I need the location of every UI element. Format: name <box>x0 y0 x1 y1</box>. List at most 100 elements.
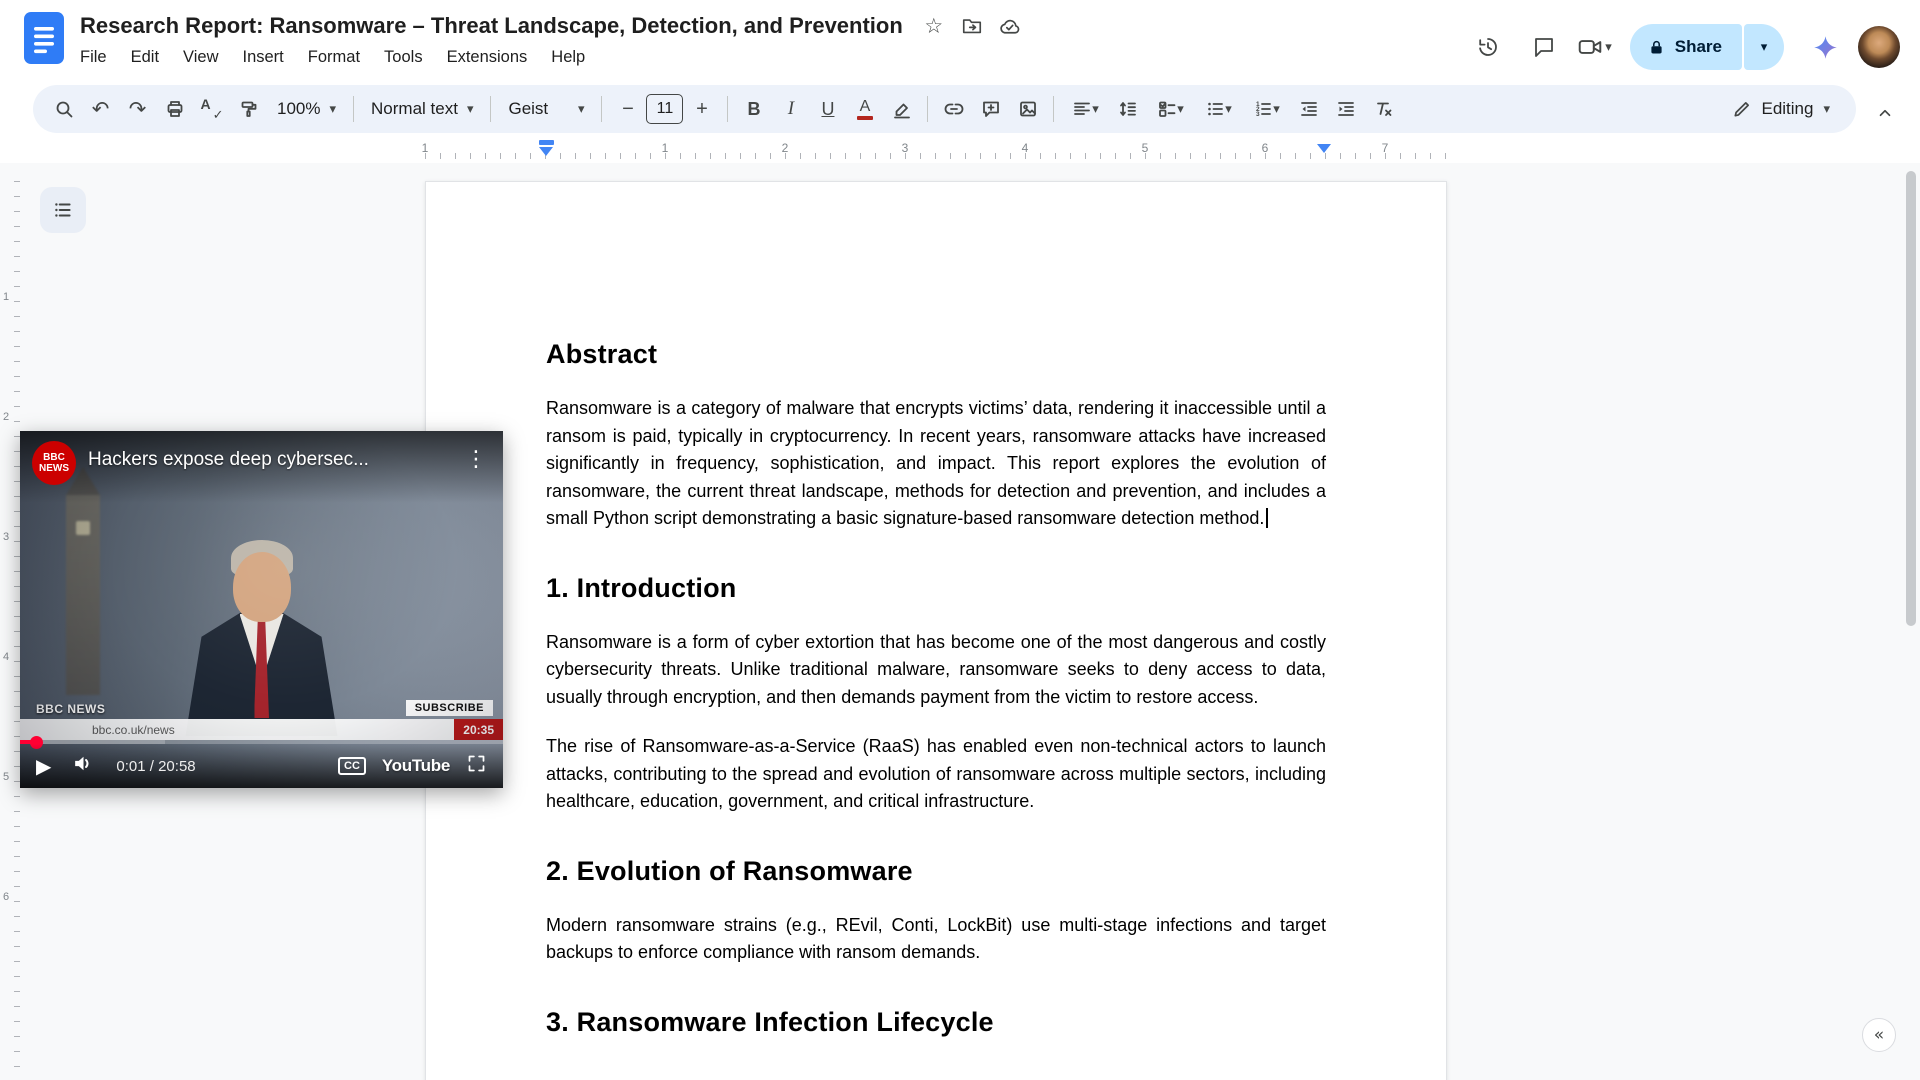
move-to-folder-icon[interactable] <box>957 11 987 41</box>
numbered-list-button[interactable]: 123 ▾ <box>1242 91 1290 128</box>
print-button[interactable] <box>156 91 193 128</box>
star-icon[interactable]: ☆ <box>919 11 949 41</box>
video-controls: ▶ 0:01 / 20:58 CC YouTube <box>20 744 503 788</box>
captions-button[interactable]: CC <box>338 757 366 775</box>
paragraph-introduction-2[interactable]: The rise of Ransomware-as-a-Service (Raa… <box>546 733 1326 816</box>
share-button[interactable]: Share <box>1630 24 1742 70</box>
ruler-mark: 4 <box>1022 141 1029 155</box>
underline-button[interactable]: U <box>809 91 846 128</box>
left-indent-marker[interactable] <box>539 147 553 156</box>
version-history-button[interactable] <box>1465 24 1511 70</box>
bold-button[interactable]: B <box>735 91 772 128</box>
video-top-bar: BBCNEWS Hackers expose deep cybersec... … <box>20 431 503 503</box>
menu-help[interactable]: Help <box>539 45 597 70</box>
redo-button[interactable]: ↷ <box>119 91 156 128</box>
menu-format[interactable]: Format <box>296 45 372 70</box>
menu-insert[interactable]: Insert <box>231 45 296 70</box>
cloud-status-icon[interactable] <box>995 11 1025 41</box>
bbc-news-logo: BBC NEWS <box>36 702 105 716</box>
channel-avatar[interactable]: BBCNEWS <box>32 441 76 485</box>
clear-formatting-button[interactable] <box>1364 91 1401 128</box>
zoom-select[interactable]: 100%▾ <box>267 91 346 128</box>
increase-font-size-button[interactable]: + <box>683 91 720 128</box>
hide-menus-button[interactable] <box>1868 96 1902 130</box>
bbc-url: bbc.co.uk/news <box>92 723 175 737</box>
scrollbar-thumb[interactable] <box>1906 171 1916 626</box>
gemini-icon[interactable] <box>1802 24 1848 70</box>
google-docs-window: Research Report: Ransomware – Threat Lan… <box>0 0 1920 1080</box>
heading-abstract[interactable]: Abstract <box>546 337 1326 371</box>
docs-logo-icon[interactable] <box>24 12 64 64</box>
ruler-mark: 5 <box>1142 141 1149 155</box>
meet-call-button[interactable]: ▾ <box>1577 34 1612 60</box>
youtube-video-player[interactable]: BBC NEWS SUBSCRIBE bbc.co.uk/news 20:35 … <box>20 431 503 788</box>
ruler-mark: 2 <box>782 141 789 155</box>
decrease-font-size-button[interactable]: − <box>609 91 646 128</box>
ruler-mark: 4 <box>3 651 9 663</box>
decrease-indent-button[interactable] <box>1290 91 1327 128</box>
heading-introduction[interactable]: 1. Introduction <box>546 571 1326 605</box>
vertical-ruler[interactable]: 1 2 3 4 5 6 <box>0 163 22 1080</box>
insert-link-button[interactable] <box>935 91 972 128</box>
fullscreen-button[interactable] <box>466 753 487 779</box>
document-page[interactable]: Abstract Ransomware is a category of mal… <box>425 181 1447 1080</box>
add-comment-button[interactable] <box>972 91 1009 128</box>
menu-view[interactable]: View <box>171 45 230 70</box>
heading-evolution[interactable]: 2. Evolution of Ransomware <box>546 854 1326 888</box>
right-indent-marker[interactable] <box>1317 144 1331 153</box>
paragraph-abstract[interactable]: Ransomware is a category of malware that… <box>546 395 1326 533</box>
menu-file[interactable]: File <box>68 45 119 70</box>
mode-label: Editing <box>1761 99 1813 119</box>
align-button[interactable]: ▾ <box>1061 91 1109 128</box>
meet-caret-icon[interactable]: ▾ <box>1605 41 1612 54</box>
show-outline-button[interactable] <box>40 187 86 233</box>
toolbar-row: ↶ ↷ A✓ 100%▾ Normal text▾ Geist▾ <box>0 80 1920 138</box>
menu-edit[interactable]: Edit <box>119 45 171 70</box>
collapse-side-panel-button[interactable]: « <box>1862 1018 1896 1052</box>
paragraph-style-select[interactable]: Normal text▾ <box>361 91 483 128</box>
checklist-button[interactable]: ▾ <box>1146 91 1194 128</box>
ruler-mark: 6 <box>1262 141 1269 155</box>
time-display: 0:01 / 20:58 <box>116 758 195 775</box>
news-anchor-shirt <box>240 614 284 682</box>
big-ben-silhouette <box>66 495 100 695</box>
news-anchor-hair <box>231 540 293 576</box>
increase-indent-button[interactable] <box>1327 91 1364 128</box>
share-options-caret[interactable]: ▾ <box>1744 24 1784 70</box>
search-icon[interactable] <box>45 91 82 128</box>
highlight-color-button[interactable] <box>883 91 920 128</box>
paint-format-button[interactable] <box>230 91 267 128</box>
comments-button[interactable] <box>1521 24 1567 70</box>
video-title[interactable]: Hackers expose deep cybersec... <box>88 441 449 471</box>
bulleted-list-button[interactable]: ▾ <box>1194 91 1242 128</box>
header-left: Research Report: Ransomware – Threat Lan… <box>24 10 1025 80</box>
youtube-watermark[interactable]: YouTube <box>382 756 450 776</box>
font-select[interactable]: Geist▾ <box>498 91 594 128</box>
subscribe-overlay[interactable]: SUBSCRIBE <box>406 700 493 716</box>
lock-icon <box>1648 39 1665 56</box>
ruler-mark: 3 <box>3 531 9 543</box>
horizontal-ruler[interactable]: 1 1 2 3 4 5 6 7 <box>0 138 1920 163</box>
paragraph-evolution[interactable]: Modern ransomware strains (e.g., REvil, … <box>546 912 1326 967</box>
video-overflow-menu[interactable]: ⋮ <box>461 441 493 471</box>
menu-tools[interactable]: Tools <box>372 45 435 70</box>
news-anchor-head <box>233 552 291 622</box>
ruler-mark: 6 <box>3 891 9 903</box>
account-avatar[interactable] <box>1858 26 1900 68</box>
mode-select[interactable]: Editing ▾ <box>1718 90 1844 128</box>
line-spacing-button[interactable] <box>1109 91 1146 128</box>
menu-extensions[interactable]: Extensions <box>435 45 540 70</box>
heading-lifecycle[interactable]: 3. Ransomware Infection Lifecycle <box>546 1005 1326 1039</box>
undo-button[interactable]: ↶ <box>82 91 119 128</box>
play-button[interactable]: ▶ <box>36 756 51 776</box>
insert-image-button[interactable] <box>1009 91 1046 128</box>
document-title[interactable]: Research Report: Ransomware – Threat Lan… <box>80 13 903 39</box>
paragraph-introduction-1[interactable]: Ransomware is a form of cyber extortion … <box>546 629 1326 712</box>
first-line-indent-marker[interactable] <box>539 140 554 145</box>
ruler-mark: 1 <box>662 141 669 155</box>
spell-check-button[interactable]: A✓ <box>193 91 230 128</box>
text-color-button[interactable]: A <box>846 91 883 128</box>
italic-button[interactable]: I <box>772 91 809 128</box>
font-size-input[interactable]: 11 <box>646 94 683 124</box>
volume-button[interactable] <box>71 751 96 781</box>
